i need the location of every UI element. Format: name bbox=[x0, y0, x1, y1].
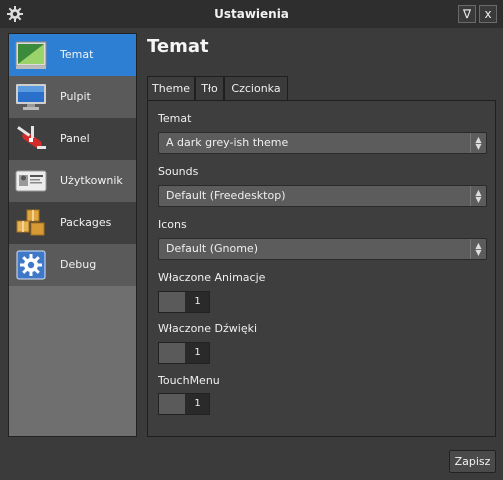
toggle-knob bbox=[159, 292, 185, 312]
gear-icon bbox=[16, 250, 46, 280]
packages-icon bbox=[16, 209, 45, 236]
toggle-value: 1 bbox=[186, 292, 209, 312]
sidebar-item-packages[interactable]: Packages bbox=[9, 202, 136, 244]
window-title: Ustawienia bbox=[214, 7, 289, 21]
temat-value: A dark grey-ish theme bbox=[166, 136, 289, 149]
user-card-icon bbox=[15, 170, 47, 192]
icons-label: Icons bbox=[158, 218, 187, 231]
tab-czcionka[interactable]: Czcionka bbox=[224, 76, 288, 100]
temat-label: Temat bbox=[158, 112, 192, 125]
sidebar-item-label: Pulpit bbox=[60, 90, 91, 103]
sidebar-item-panel[interactable]: Panel bbox=[9, 118, 136, 160]
sidebar-item-label: Użytkownik bbox=[60, 174, 123, 187]
animacje-toggle[interactable]: 1 bbox=[158, 291, 210, 313]
settings-panel: Temat A dark grey-ish theme ▲ ▼ Sounds De… bbox=[147, 100, 496, 437]
tab-theme[interactable]: Theme bbox=[147, 76, 195, 101]
close-button[interactable]: x bbox=[479, 5, 497, 23]
minimize-button[interactable]: ∇ bbox=[458, 5, 476, 23]
sidebar-item-debug[interactable]: Debug bbox=[9, 244, 136, 286]
page-title: Temat bbox=[147, 36, 209, 57]
sidebar-item-pulpit[interactable]: Pulpit bbox=[9, 76, 136, 118]
sidebar-item-label: Temat bbox=[60, 48, 94, 61]
theme-icon bbox=[15, 41, 47, 69]
updown-arrows-icon: ▲ ▼ bbox=[470, 133, 486, 153]
sidebar-item-label: Panel bbox=[60, 132, 90, 145]
icons-select[interactable]: Default (Gnome) ▲ ▼ bbox=[158, 238, 487, 260]
touchmenu-toggle[interactable]: 1 bbox=[158, 393, 210, 415]
sounds-value: Default (Freedesktop) bbox=[166, 189, 286, 202]
monitor-icon bbox=[16, 84, 46, 110]
sidebar-item-label: Packages bbox=[60, 216, 112, 229]
sounds-label: Sounds bbox=[158, 165, 199, 178]
updown-arrows-icon: ▲ ▼ bbox=[470, 239, 486, 259]
toggle-knob bbox=[159, 343, 185, 363]
swiss-knife-icon bbox=[17, 126, 46, 149]
sidebar: Temat Pulpit Panel Użytkownik Packages D… bbox=[8, 33, 137, 437]
touchmenu-label: TouchMenu bbox=[158, 374, 220, 387]
sidebar-item-uzytkownik[interactable]: Użytkownik bbox=[9, 160, 136, 202]
icons-value: Default (Gnome) bbox=[166, 242, 258, 255]
sidebar-item-label: Debug bbox=[60, 258, 97, 271]
sidebar-item-temat[interactable]: Temat bbox=[9, 34, 136, 76]
title-bar: Ustawienia ∇ x bbox=[0, 0, 503, 28]
dzwieki-toggle[interactable]: 1 bbox=[158, 342, 210, 364]
save-button[interactable]: Zapisz bbox=[449, 450, 496, 473]
toggle-value: 1 bbox=[186, 343, 209, 363]
sounds-select[interactable]: Default (Freedesktop) ▲ ▼ bbox=[158, 185, 487, 207]
tab-tlo[interactable]: Tło bbox=[195, 76, 224, 100]
toggle-value: 1 bbox=[186, 394, 209, 414]
temat-select[interactable]: A dark grey-ish theme ▲ ▼ bbox=[158, 132, 487, 154]
dzwieki-label: Właczone Dźwięki bbox=[158, 322, 258, 335]
toggle-knob bbox=[159, 394, 185, 414]
animacje-label: Właczone Animacje bbox=[158, 271, 266, 284]
updown-arrows-icon: ▲ ▼ bbox=[470, 186, 486, 206]
